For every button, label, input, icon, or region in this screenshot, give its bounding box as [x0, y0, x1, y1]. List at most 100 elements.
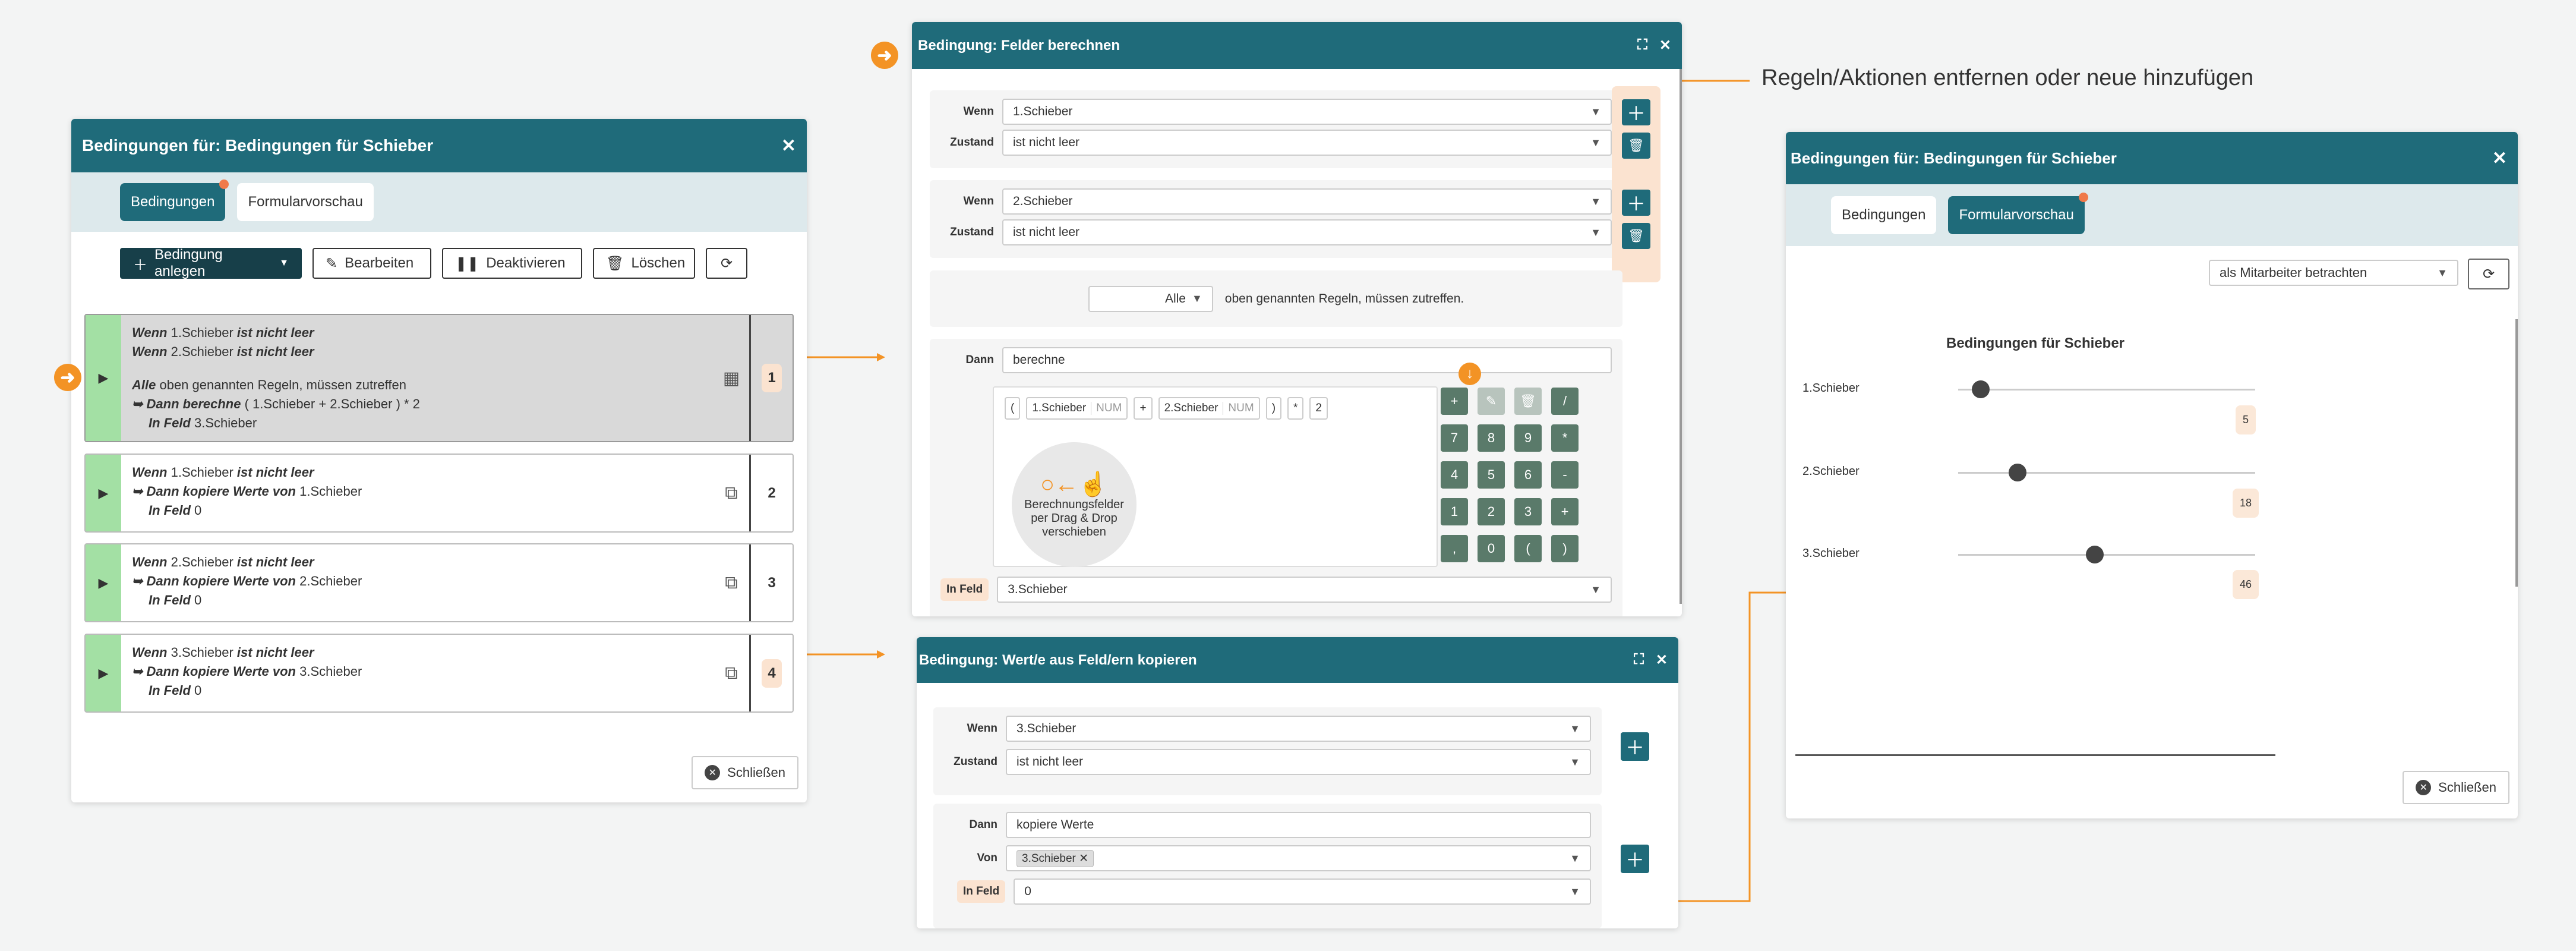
close-icon[interactable]: ✕	[1659, 37, 1671, 54]
keypad-9[interactable]: 9	[1514, 424, 1542, 452]
tab-conditions[interactable]: Bedingungen	[120, 180, 229, 221]
tab-conditions[interactable]: Bedingungen	[1831, 196, 1937, 234]
tab-form-preview[interactable]: Formularvorschau	[1948, 193, 2088, 234]
token-plus[interactable]: +	[1134, 397, 1153, 420]
keypad-open-paren[interactable]: (	[1514, 535, 1542, 562]
slider-track[interactable]	[1958, 472, 2255, 474]
keypad-6[interactable]: 6	[1514, 461, 1542, 489]
label-zustand: Zustand	[950, 226, 994, 238]
keypad-comma[interactable]: ,	[1441, 535, 1468, 562]
rule-item-1[interactable]: ▶ Wenn 1.Schieber ist nicht leer Wenn 2.…	[84, 314, 794, 442]
keyword-dann: ➥ Dann berechne	[132, 396, 241, 411]
condition-select[interactable]: ist nicht leer ▼	[1002, 130, 1612, 156]
add-rule-button[interactable]: ＋	[1622, 99, 1650, 125]
target-field: 0	[194, 503, 202, 518]
label-infeld: In Feld	[940, 578, 989, 601]
window-titlebar: Bedingung: Wert/e aus Feld/ern kopieren …	[917, 637, 1678, 683]
maximize-icon[interactable]: ⛶	[1634, 651, 1644, 669]
deactivate-button[interactable]: ❚❚ Deaktivieren	[442, 248, 582, 279]
add-action-button[interactable]: ＋	[1621, 845, 1649, 873]
view-as-select[interactable]: als Mitarbeiter betrachten ▼	[2209, 260, 2458, 286]
expand-arrow-icon[interactable]: ▶	[86, 635, 121, 711]
token-field[interactable]: 2.Schieber NUM	[1158, 397, 1260, 420]
keypad-7[interactable]: 7	[1441, 424, 1468, 452]
close-icon[interactable]: ✕	[781, 136, 796, 156]
keypad-delete-button[interactable]: 🗑	[1514, 388, 1542, 415]
rule-number: 4	[749, 635, 793, 711]
close-button[interactable]: ✕ Schließen	[692, 756, 798, 789]
keypad-close-paren[interactable]: )	[1551, 535, 1579, 562]
condition-select[interactable]: ist nicht leer ▼	[1002, 219, 1612, 245]
token-close-paren[interactable]: )	[1265, 397, 1282, 420]
keypad-multiply[interactable]: *	[1551, 424, 1579, 452]
keypad-4[interactable]: 4	[1441, 461, 1468, 489]
keypad-0[interactable]: 0	[1478, 535, 1505, 562]
field-select[interactable]: 2.Schieber ▼	[1002, 188, 1612, 215]
source-field-select[interactable]: 3.Schieber ✕ ▼	[1006, 845, 1591, 871]
slider-knob[interactable]	[2009, 464, 2026, 481]
target-field-select[interactable]: 3.Schieber ▼	[997, 577, 1612, 603]
refresh-button[interactable]: ⟳	[706, 248, 747, 279]
token-open-paren[interactable]: (	[1005, 397, 1021, 420]
token-number[interactable]: 2	[1309, 397, 1328, 420]
expand-arrow-icon[interactable]: ▶	[86, 455, 121, 531]
keypad-3[interactable]: 3	[1514, 498, 1542, 525]
add-rule-button[interactable]: ＋	[1622, 190, 1650, 216]
keypad-edit-button[interactable]: ✎	[1478, 388, 1505, 415]
refresh-icon: ⟳	[2482, 266, 2495, 282]
tab-form-preview[interactable]: Formularvorschau	[237, 183, 374, 221]
caret-down-icon: ▼	[1570, 755, 1580, 768]
slider-knob[interactable]	[2086, 546, 2104, 563]
keypad-2[interactable]: 2	[1478, 498, 1505, 525]
keypad-add-button[interactable]: +	[1441, 388, 1468, 415]
slider-track[interactable]	[1958, 389, 2255, 391]
slider-track[interactable]	[1958, 554, 2255, 556]
scrollbar[interactable]	[1680, 69, 1682, 604]
source-tag[interactable]: 3.Schieber ✕	[1016, 849, 1094, 867]
add-condition-button[interactable]: ＋ Bedingung anlegen ▼	[120, 247, 302, 279]
keypad-1[interactable]: 1	[1441, 498, 1468, 525]
rule-item-2[interactable]: ▶ Wenn 1.Schieber ist nicht leer ➥ Dann …	[84, 454, 794, 533]
keypad-8[interactable]: 8	[1478, 424, 1505, 452]
action-input[interactable]: kopiere Werte	[1006, 812, 1591, 838]
close-icon[interactable]: ✕	[1656, 651, 1668, 669]
expand-arrow-icon[interactable]: ▶	[86, 315, 121, 441]
scrollbar[interactable]	[2515, 319, 2518, 587]
action-input[interactable]: berechne	[1002, 347, 1612, 373]
delete-button[interactable]: 🗑 Löschen	[593, 248, 695, 279]
token-field[interactable]: 1.Schieber NUM	[1026, 397, 1128, 420]
select-value: 1.Schieber	[1013, 105, 1073, 118]
refresh-button[interactable]: ⟳	[2468, 259, 2509, 289]
rule-item-3[interactable]: ▶ Wenn 2.Schieber ist nicht leer ➥ Dann …	[84, 543, 794, 622]
field-select[interactable]: 1.Schieber ▼	[1002, 99, 1612, 125]
field-select[interactable]: 3.Schieber ▼	[1006, 716, 1591, 742]
add-rule-button[interactable]: ＋	[1621, 732, 1649, 761]
copy-icon: ⧉	[725, 572, 738, 593]
expand-arrow-icon[interactable]: ▶	[86, 544, 121, 621]
match-mode-select[interactable]: Alle ▼	[1088, 285, 1213, 312]
close-button[interactable]: ✕ Schließen	[2403, 771, 2509, 804]
target-field-select[interactable]: 0 ▼	[1014, 878, 1591, 905]
remove-tag-icon[interactable]: ✕	[1079, 852, 1088, 865]
delete-rule-button[interactable]: 🗑	[1622, 223, 1650, 249]
edit-button[interactable]: ✎ Bearbeiten	[312, 248, 431, 279]
condition-select[interactable]: ist nicht leer ▼	[1006, 749, 1591, 775]
close-icon[interactable]: ✕	[2492, 148, 2507, 169]
delete-rule-button[interactable]: 🗑	[1622, 133, 1650, 159]
keypad-divide-button[interactable]: /	[1551, 388, 1579, 415]
token-multiply[interactable]: *	[1287, 397, 1304, 420]
slider-label: 3.Schieber	[1802, 547, 1860, 560]
rule-item-4[interactable]: ▶ Wenn 3.Schieber ist nicht leer ➥ Dann …	[84, 634, 794, 713]
target-field: 0	[194, 683, 202, 698]
slider-knob[interactable]	[1972, 380, 1990, 398]
window-title: Bedingung: Felder berechnen	[918, 37, 1120, 53]
caret-down-icon: ▼	[1570, 722, 1580, 735]
arrow-right-marker-icon: ➜	[54, 364, 81, 391]
keypad-plus[interactable]: +	[1551, 498, 1579, 525]
maximize-icon[interactable]: ⛶	[1637, 37, 1647, 54]
keypad-minus[interactable]: -	[1551, 461, 1579, 489]
select-value: 3.Schieber	[1016, 722, 1077, 735]
keypad-5[interactable]: 5	[1478, 461, 1505, 489]
window-title: Bedingung: Wert/e aus Feld/ern kopieren	[919, 651, 1197, 668]
select-value: ist nicht leer	[1016, 755, 1084, 769]
